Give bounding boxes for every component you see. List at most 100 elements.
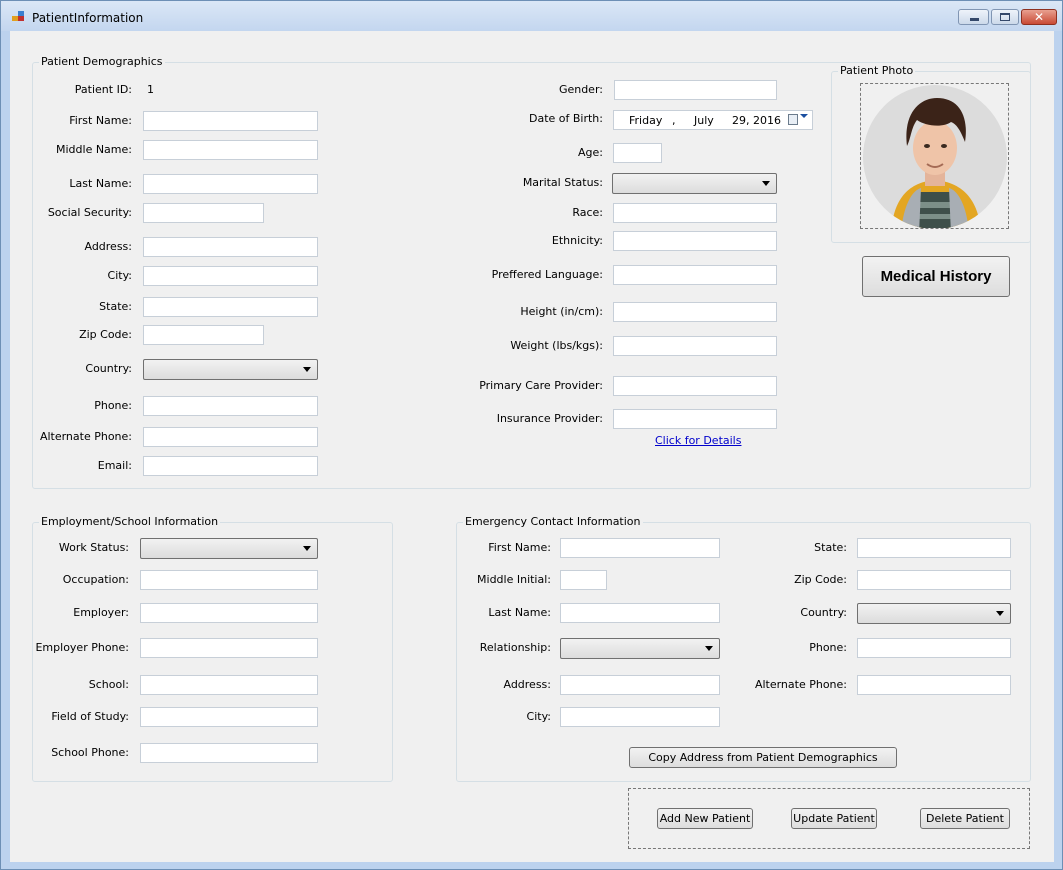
- add-new-patient-button[interactable]: Add New Patient: [657, 808, 753, 829]
- click-for-details-link[interactable]: Click for Details: [655, 434, 741, 447]
- ec-relationship-dropdown[interactable]: [560, 638, 720, 659]
- patient-demographics-title: Patient Demographics: [39, 55, 165, 68]
- employer-field[interactable]: [140, 603, 318, 623]
- country-dropdown[interactable]: [143, 359, 318, 380]
- middle-name-label: Middle Name:: [56, 143, 132, 156]
- primary-care-provider-label: Primary Care Provider:: [479, 379, 603, 392]
- ssn-field[interactable]: [143, 203, 264, 223]
- ec-state-label: State:: [814, 541, 847, 554]
- emergency-contact-title: Emergency Contact Information: [463, 515, 643, 528]
- chevron-down-icon: [996, 611, 1004, 616]
- country-label: Country:: [85, 362, 132, 375]
- zip-code-label: Zip Code:: [79, 328, 132, 341]
- minimize-button[interactable]: [958, 9, 989, 25]
- dob-label: Date of Birth:: [528, 112, 603, 125]
- email-field[interactable]: [143, 456, 318, 476]
- insurance-provider-field[interactable]: [613, 409, 777, 429]
- alternate-phone-label: Alternate Phone:: [39, 430, 132, 443]
- copy-address-button[interactable]: Copy Address from Patient Demographics: [629, 747, 897, 768]
- marital-status-dropdown[interactable]: [612, 173, 777, 194]
- ec-city-field[interactable]: [560, 707, 720, 727]
- patient-photo-frame[interactable]: [860, 83, 1009, 229]
- employer-phone-label: Employer Phone:: [35, 641, 129, 654]
- dob-separator: ,: [672, 114, 676, 127]
- title-bar[interactable]: PatientInformation ✕: [1, 1, 1062, 31]
- first-name-label: First Name:: [69, 114, 132, 127]
- ec-first-name-field[interactable]: [560, 538, 720, 558]
- ec-relationship-label: Relationship:: [479, 641, 551, 654]
- alternate-phone-field[interactable]: [143, 427, 318, 447]
- ethnicity-label: Ethnicity:: [551, 234, 603, 247]
- medical-history-button[interactable]: Medical History: [862, 256, 1010, 297]
- patient-id-label: Patient ID:: [74, 83, 132, 96]
- patient-photo-title: Patient Photo: [838, 64, 916, 77]
- employer-phone-field[interactable]: [140, 638, 318, 658]
- phone-field[interactable]: [143, 396, 318, 416]
- dob-date: 29, 2016: [732, 114, 781, 127]
- delete-patient-button[interactable]: Delete Patient: [920, 808, 1010, 829]
- weight-label: Weight (lbs/kgs):: [510, 339, 603, 352]
- school-field[interactable]: [140, 675, 318, 695]
- ssn-label: Social Security:: [47, 206, 132, 219]
- first-name-field[interactable]: [143, 111, 318, 131]
- ec-zip-code-label: Zip Code:: [794, 573, 847, 586]
- ethnicity-field[interactable]: [613, 231, 777, 251]
- gender-field[interactable]: [614, 80, 777, 100]
- weight-field[interactable]: [613, 336, 777, 356]
- date-of-birth-picker[interactable]: Friday , July 29, 2016: [613, 110, 813, 130]
- chevron-down-icon: [303, 546, 311, 551]
- ec-middle-initial-field[interactable]: [560, 570, 607, 590]
- field-of-study-field[interactable]: [140, 707, 318, 727]
- last-name-label: Last Name:: [69, 177, 132, 190]
- ec-zip-code-field[interactable]: [857, 570, 1011, 590]
- ec-last-name-field[interactable]: [560, 603, 720, 623]
- age-label: Age:: [578, 146, 603, 159]
- chevron-down-icon: [303, 367, 311, 372]
- zip-code-field[interactable]: [143, 325, 264, 345]
- window-title: PatientInformation: [32, 11, 144, 25]
- employer-label: Employer:: [73, 606, 129, 619]
- work-status-dropdown[interactable]: [140, 538, 318, 559]
- ec-country-label: Country:: [800, 606, 847, 619]
- primary-care-provider-field[interactable]: [613, 376, 777, 396]
- race-field[interactable]: [613, 203, 777, 223]
- update-patient-button[interactable]: Update Patient: [791, 808, 877, 829]
- occupation-field[interactable]: [140, 570, 318, 590]
- ec-state-field[interactable]: [857, 538, 1011, 558]
- address-field[interactable]: [143, 237, 318, 257]
- school-phone-label: School Phone:: [51, 746, 129, 759]
- school-phone-field[interactable]: [140, 743, 318, 763]
- last-name-field[interactable]: [143, 174, 318, 194]
- window-frame: PatientInformation ✕ Patient Demographic…: [0, 0, 1063, 870]
- form-client-area: Patient Demographics Patient ID: 1 First…: [10, 31, 1054, 862]
- gender-label: Gender:: [558, 83, 603, 96]
- maximize-button[interactable]: [991, 9, 1019, 25]
- city-field[interactable]: [143, 266, 318, 286]
- phone-label: Phone:: [94, 399, 132, 412]
- marital-status-label: Marital Status:: [522, 176, 603, 189]
- race-label: Race:: [572, 206, 603, 219]
- preferred-language-field[interactable]: [613, 265, 777, 285]
- patient-photo: [863, 85, 1007, 228]
- city-label: City:: [107, 269, 132, 282]
- ec-address-field[interactable]: [560, 675, 720, 695]
- school-label: School:: [88, 678, 129, 691]
- state-field[interactable]: [143, 297, 318, 317]
- ec-address-label: Address:: [503, 678, 551, 691]
- dob-day: Friday: [629, 114, 663, 127]
- age-field[interactable]: [613, 143, 662, 163]
- middle-name-field[interactable]: [143, 140, 318, 160]
- employment-school-title: Employment/School Information: [39, 515, 221, 528]
- ec-phone-field[interactable]: [857, 638, 1011, 658]
- ec-country-dropdown[interactable]: [857, 603, 1011, 624]
- ec-first-name-label: First Name:: [488, 541, 551, 554]
- ec-alternate-phone-label: Alternate Phone:: [754, 678, 847, 691]
- patient-id-value: 1: [147, 83, 154, 96]
- height-field[interactable]: [613, 302, 777, 322]
- ec-city-label: City:: [526, 710, 551, 723]
- chevron-down-icon: [800, 114, 808, 118]
- ec-alternate-phone-field[interactable]: [857, 675, 1011, 695]
- field-of-study-label: Field of Study:: [51, 710, 129, 723]
- app-icon: [12, 11, 25, 22]
- close-button[interactable]: ✕: [1021, 9, 1057, 25]
